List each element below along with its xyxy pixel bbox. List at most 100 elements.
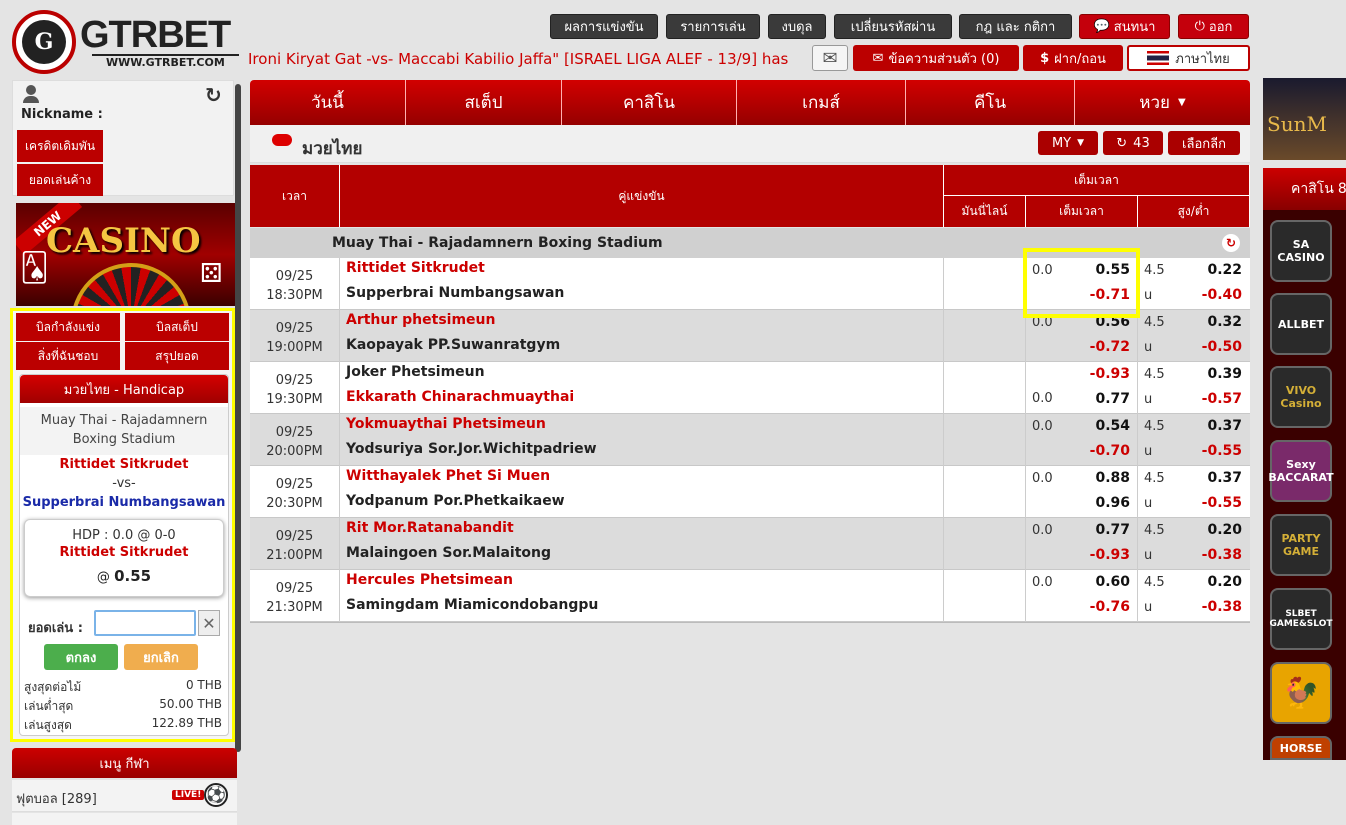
tab-summary[interactable]: สรุปยอด [125,342,229,370]
under-odds[interactable]: -0.38 [1190,599,1242,615]
deposit-button[interactable]: $ ฝาก/ถอน [1023,45,1123,71]
game-sexy-baccarat[interactable]: Sexy BACCARAT [1268,440,1334,502]
under-odds[interactable]: -0.55 [1190,443,1242,459]
tab-games[interactable]: เกมส์ [737,80,906,125]
league-refresh-icon[interactable]: ↻ [1222,234,1240,252]
sidebar-scrollbar[interactable] [235,84,241,752]
over-odds[interactable]: 0.20 [1190,522,1242,538]
home-team[interactable]: Rit Mor.Ratanabandit [346,520,514,536]
brand-logo[interactable]: G GTRBET WWW.GTRBET.COM [12,10,244,76]
game-vivo[interactable]: VIVO Casino [1270,366,1332,428]
tab-running-bills[interactable]: บิลกำลังแข่ง [16,313,120,341]
under-odds[interactable]: -0.50 [1190,339,1242,355]
logout-button[interactable]: ⏻ ออก [1178,14,1249,39]
sunm-banner[interactable]: SunM [1263,78,1346,160]
user-panel: ↻ Nickname : เครดิตเดิมพัน ยอดเล่นค้าง [12,80,234,196]
away-odds[interactable]: -0.72 [1080,339,1130,355]
home-team[interactable]: Arthur phetsimeun [346,312,495,328]
col-divider [1137,258,1138,310]
odds-type-select[interactable]: MY ▼ [1038,131,1098,155]
sports-menu-item-next[interactable] [12,813,237,825]
away-odds[interactable]: -0.70 [1080,443,1130,459]
under-odds[interactable]: -0.38 [1190,547,1242,563]
over-odds[interactable]: 0.32 [1190,314,1242,330]
home-team[interactable]: Witthayalek Phet Si Muen [346,468,550,484]
sports-menu-item-football[interactable]: ฟุตบอล [289] LIVE! ⚽ [12,780,237,812]
tab-favorites[interactable]: สิ่งที่ฉันชอบ [16,342,120,370]
home-odds[interactable]: -0.93 [1080,366,1130,382]
tab-today[interactable]: วันนี้ [250,80,406,125]
home-team[interactable]: Yokmuaythai Phetsimeun [346,416,546,432]
away-team[interactable]: Yodpanum Por.Phetkaikaew [346,493,565,509]
stake-input[interactable] [94,610,196,636]
match-time: 09/25 19:00PM [250,310,340,362]
caret-down-icon: ▼ [1077,138,1085,148]
select-league-button[interactable]: เลือกลีก [1168,131,1240,155]
football-label: ฟุตบอล [289] [16,792,97,807]
refresh-button[interactable]: ↻ 43 [1103,131,1163,155]
statement-button[interactable]: งบดุล [768,14,826,39]
results-button[interactable]: ผลการแข่งขัน [550,14,658,39]
under-odds[interactable]: -0.57 [1190,391,1242,407]
boxing-glove-icon [272,134,292,146]
home-odds[interactable]: 0.77 [1080,522,1130,538]
slip-hdp: HDP : 0.0 @ 0-0 [72,528,176,543]
away-team[interactable]: Ekkarath Chinarachmuaythai [346,389,574,405]
casino-banner[interactable]: NEW CASINO 🂡 ⚄ [16,203,236,306]
nickname-label: Nickname : [21,107,103,122]
bets-button[interactable]: รายการเล่น [666,14,760,39]
away-team[interactable]: Samingdam Miamicondobangpu [346,597,598,613]
home-odds[interactable]: 0.60 [1080,574,1130,590]
home-odds[interactable]: 0.88 [1080,470,1130,486]
over-odds[interactable]: 0.22 [1190,262,1242,278]
game-rooster[interactable]: 🐓 [1270,662,1332,724]
messages-button[interactable]: ✉ ข้อความส่วนตัว (0) [853,45,1019,71]
tab-keno[interactable]: คีโน [906,80,1075,125]
over-odds[interactable]: 0.37 [1190,418,1242,434]
home-team[interactable]: Joker Phetsimeun [346,364,485,380]
change-password-button[interactable]: เปลี่ยนรหัสผ่าน [834,14,952,39]
slip-pick-box: HDP : 0.0 @ 0-0 Rittidet Sitkrudet @ 0.5… [24,519,224,597]
home-odds[interactable]: 0.54 [1080,418,1130,434]
cancel-button[interactable]: ยกเลิก [124,644,198,670]
away-odds[interactable]: 0.96 [1080,495,1130,511]
envelope-icon: ✉ [822,47,838,69]
under-label: u [1144,288,1153,303]
home-odds[interactable]: 0.56 [1080,314,1130,330]
over-odds[interactable]: 0.37 [1190,470,1242,486]
away-team[interactable]: Yodsuriya Sor.Jor.Wichitpadriew [346,441,597,457]
game-slbet[interactable]: SLBET GAME&SLOT [1270,588,1333,650]
under-odds[interactable]: -0.55 [1190,495,1242,511]
slip-at: @ [96,570,110,585]
tab-parlay[interactable]: สเต็ป [406,80,562,125]
tab-parlay-bills[interactable]: บิลสเต็ป [125,313,229,341]
away-odds[interactable]: -0.93 [1080,547,1130,563]
language-select[interactable]: ภาษาไทย [1127,45,1250,71]
tab-lottery[interactable]: หวย ▼ [1075,80,1250,125]
col-divider [943,414,944,466]
home-odds[interactable]: 0.55 [1080,262,1130,278]
away-odds[interactable]: -0.71 [1080,287,1130,303]
away-team[interactable]: Supperbrai Numbangsawan [346,285,564,301]
home-team[interactable]: Hercules Phetsimean [346,572,513,588]
home-team[interactable]: Rittidet Sitkrudet [346,260,485,276]
away-odds[interactable]: 0.77 [1080,391,1130,407]
over-odds[interactable]: 0.20 [1190,574,1242,590]
refresh-icon[interactable]: ↻ [205,83,222,107]
game-allbet[interactable]: ALLBET [1270,293,1332,355]
tab-casino[interactable]: คาสิโน [562,80,737,125]
rules-button[interactable]: กฎ และ กติกา [959,14,1072,39]
over-odds[interactable]: 0.39 [1190,366,1242,382]
away-team[interactable]: Kaopayak PP.Suwanratgym [346,337,560,353]
mail-button[interactable]: ✉ [812,45,848,71]
confirm-button[interactable]: ตกลง [44,644,118,670]
game-sa-casino[interactable]: SA CASINO [1270,220,1332,282]
clear-stake-icon[interactable]: ✕ [198,610,220,636]
cards-icon: 🂡 [20,251,49,284]
away-odds[interactable]: -0.76 [1080,599,1130,615]
chat-button[interactable]: 💬 สนทนา [1079,14,1170,39]
game-horse[interactable]: HORSE [1270,736,1332,760]
under-odds[interactable]: -0.40 [1190,287,1242,303]
game-party[interactable]: PARTY GAME [1270,514,1332,576]
away-team[interactable]: Malaingoen Sor.Malaitong [346,545,551,561]
